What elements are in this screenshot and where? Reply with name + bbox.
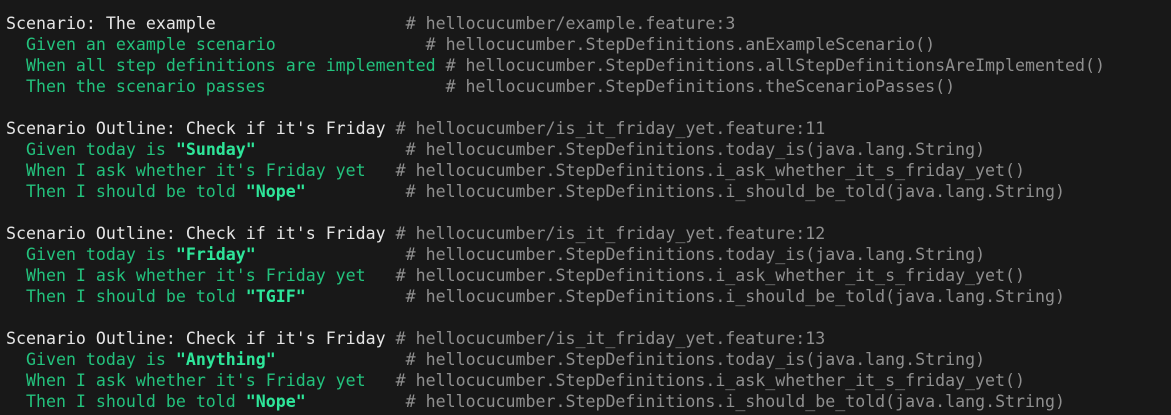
step-location-comment: # hellocucumber/example.feature:3 [405,14,736,33]
terminal-line: When I ask whether it's Friday yet # hel… [6,265,1171,286]
step-text: Then I should be told [6,287,246,306]
step-location-comment: # hellocucumber.StepDefinitions.today_is… [405,245,986,264]
step-location-comment: # hellocucumber.StepDefinitions.today_is… [405,140,986,159]
step-location-comment: # hellocucumber.StepDefinitions.i_ask_wh… [395,266,1026,285]
step-location-comment: # hellocucumber/is_it_friday_yet.feature… [395,119,826,138]
step-text: Given today is [6,350,176,369]
terminal-line: Then I should be told "TGIF" # hellocucu… [6,286,1171,307]
terminal-line: When I ask whether it's Friday yet # hel… [6,160,1171,181]
scenario-title: Scenario Outline: Check if it's Friday [6,224,396,243]
step-location-comment: # hellocucumber.StepDefinitions.i_ask_wh… [395,371,1026,390]
terminal-line: Then I should be told "Nope" # hellocucu… [6,181,1171,202]
step-text [276,350,406,369]
step-argument: "Nope" [245,392,306,411]
terminal-line: Scenario: The example # hellocucumber/ex… [6,13,1171,34]
terminal-line: Given today is "Sunday" # hellocucumber.… [6,139,1171,160]
step-location-comment: # hellocucumber.StepDefinitions.i_ask_wh… [395,161,1026,180]
terminal-line: Scenario Outline: Check if it's Friday #… [6,118,1171,139]
step-location-comment: # hellocucumber.StepDefinitions.anExampl… [425,35,936,54]
step-text: Given an example scenario [6,35,426,54]
step-text [306,182,406,201]
terminal-line: Given today is "Anything" # hellocucumbe… [6,349,1171,370]
step-location-comment: # hellocucumber.StepDefinitions.i_should… [405,392,1065,411]
step-location-comment: # hellocucumber/is_it_friday_yet.feature… [395,224,826,243]
step-text [256,245,406,264]
terminal-line: Given an example scenario # hellocucumbe… [6,34,1171,55]
step-text: When I ask whether it's Friday yet [6,161,396,180]
terminal-line: Scenario Outline: Check if it's Friday #… [6,328,1171,349]
step-location-comment: # hellocucumber.StepDefinitions.i_should… [405,287,1065,306]
scenario-title: Scenario Outline: Check if it's Friday [6,329,396,348]
step-text [306,392,406,411]
step-location-comment: # hellocucumber.StepDefinitions.today_is… [405,350,986,369]
step-text: Given today is [6,245,176,264]
step-text: When all step definitions are implemente… [6,56,446,75]
step-argument: "Nope" [245,182,306,201]
terminal-line: Given today is "Friday" # hellocucumber.… [6,244,1171,265]
step-location-comment: # hellocucumber.StepDefinitions.theScena… [445,77,956,96]
terminal-line: When all step definitions are implemente… [6,55,1171,76]
step-location-comment: # hellocucumber/is_it_friday_yet.feature… [395,329,826,348]
terminal-line: Scenario Outline: Check if it's Friday #… [6,223,1171,244]
scenario-title: Scenario Outline: Check if it's Friday [6,119,396,138]
step-text: Then the scenario passes [6,77,446,96]
step-argument: "Sunday" [175,140,256,159]
terminal-line: Then the scenario passes # hellocucumber… [6,76,1171,97]
step-text: Then I should be told [6,182,246,201]
terminal-output: Scenario: The example # hellocucumber/ex… [0,0,1171,412]
step-text: Then I should be told [6,392,246,411]
step-text: When I ask whether it's Friday yet [6,371,396,390]
terminal-line: Then I should be told "Nope" # hellocucu… [6,391,1171,412]
step-location-comment: # hellocucumber.StepDefinitions.i_should… [405,182,1065,201]
step-argument: "TGIF" [245,287,306,306]
step-text [306,287,406,306]
step-argument: "Friday" [175,245,256,264]
step-text: When I ask whether it's Friday yet [6,266,396,285]
step-text: Given today is [6,140,176,159]
step-argument: "Anything" [175,350,276,369]
scenario-title: Scenario: The example [6,14,406,33]
terminal-line: When I ask whether it's Friday yet # hel… [6,370,1171,391]
step-text [256,140,406,159]
step-location-comment: # hellocucumber.StepDefinitions.allStepD… [445,56,1105,75]
